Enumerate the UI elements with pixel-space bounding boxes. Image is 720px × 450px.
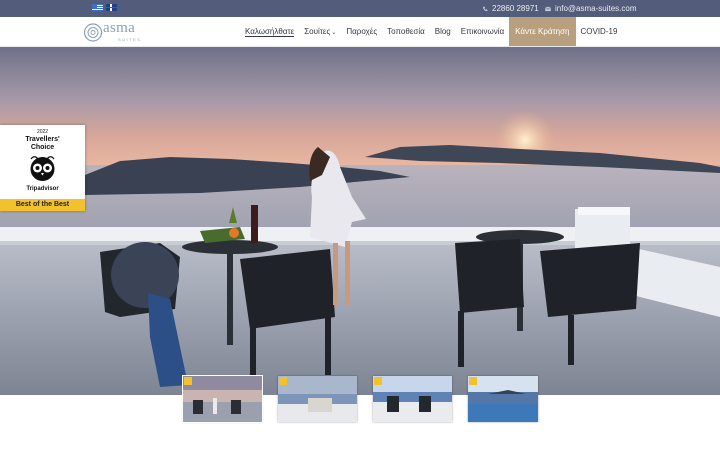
badge-line1: Travellers' bbox=[25, 136, 60, 143]
greek-flag-icon[interactable] bbox=[92, 4, 103, 11]
thumbnail-sea-terrace bbox=[373, 376, 452, 422]
book-now-button[interactable]: Κάντε Κράτηση bbox=[509, 17, 576, 46]
nav-suites-label: Σουίτες bbox=[304, 27, 331, 36]
envelope-icon bbox=[545, 6, 551, 11]
nav-location[interactable]: Τοποθεσία bbox=[382, 17, 430, 46]
email-contact[interactable]: info@asma-suites.com bbox=[545, 0, 636, 17]
hero-slider-image[interactable]: 2022 Travellers' Choice Tripadvisor Best… bbox=[0, 47, 720, 395]
shell-icon bbox=[83, 23, 103, 42]
gallery-thumbnail[interactable] bbox=[278, 376, 357, 422]
gallery-thumbnail[interactable] bbox=[468, 376, 538, 422]
nav-amenities[interactable]: Παροχές bbox=[341, 17, 382, 46]
uk-flag-icon[interactable] bbox=[106, 4, 117, 11]
badge-ribbon: Best of the Best bbox=[0, 199, 85, 211]
nav-blog[interactable]: Blog bbox=[430, 17, 456, 46]
gallery-thumbnail[interactable] bbox=[182, 375, 263, 423]
thumbnail-pool-view bbox=[468, 376, 538, 422]
site-logo[interactable]: asma SUITES bbox=[82, 20, 162, 44]
main-navigation: Καλωσήλθατε Σουίτες⌄ Παροχές Τοποθεσία B… bbox=[240, 17, 622, 46]
nav-contact[interactable]: Επικοινωνία bbox=[456, 17, 509, 46]
phone-number[interactable]: 22860 28971 bbox=[492, 0, 539, 17]
gallery-thumbnail[interactable] bbox=[373, 376, 452, 422]
tripadvisor-owl-icon bbox=[30, 156, 55, 181]
badge-year: 2022 bbox=[36, 129, 49, 135]
nav-suites[interactable]: Σουίτες⌄ bbox=[299, 17, 341, 46]
logo-text: asma bbox=[103, 20, 136, 36]
badge-brand: Tripadvisor bbox=[26, 186, 59, 192]
phone-contact[interactable]: 22860 28971 bbox=[482, 0, 539, 17]
thumbnail-balcony-view bbox=[278, 376, 357, 422]
site-header: asma SUITES Καλωσήλθατε Σουίτες⌄ Παροχές… bbox=[0, 17, 720, 47]
badge-line2: Choice bbox=[30, 144, 55, 151]
nav-welcome[interactable]: Καλωσήλθατε bbox=[240, 17, 299, 46]
email-address[interactable]: info@asma-suites.com bbox=[555, 0, 636, 17]
hero-scene bbox=[0, 47, 720, 395]
chevron-down-icon: ⌄ bbox=[331, 30, 337, 36]
tripadvisor-badge[interactable]: 2022 Travellers' Choice Tripadvisor Best… bbox=[0, 125, 85, 211]
top-bar: 22860 28971 info@asma-suites.com bbox=[0, 0, 720, 17]
logo-subtitle: SUITES bbox=[118, 37, 142, 42]
phone-icon bbox=[483, 6, 488, 11]
thumbnail-terrace-sunset bbox=[183, 376, 262, 422]
nav-covid[interactable]: COVID-19 bbox=[576, 17, 623, 46]
